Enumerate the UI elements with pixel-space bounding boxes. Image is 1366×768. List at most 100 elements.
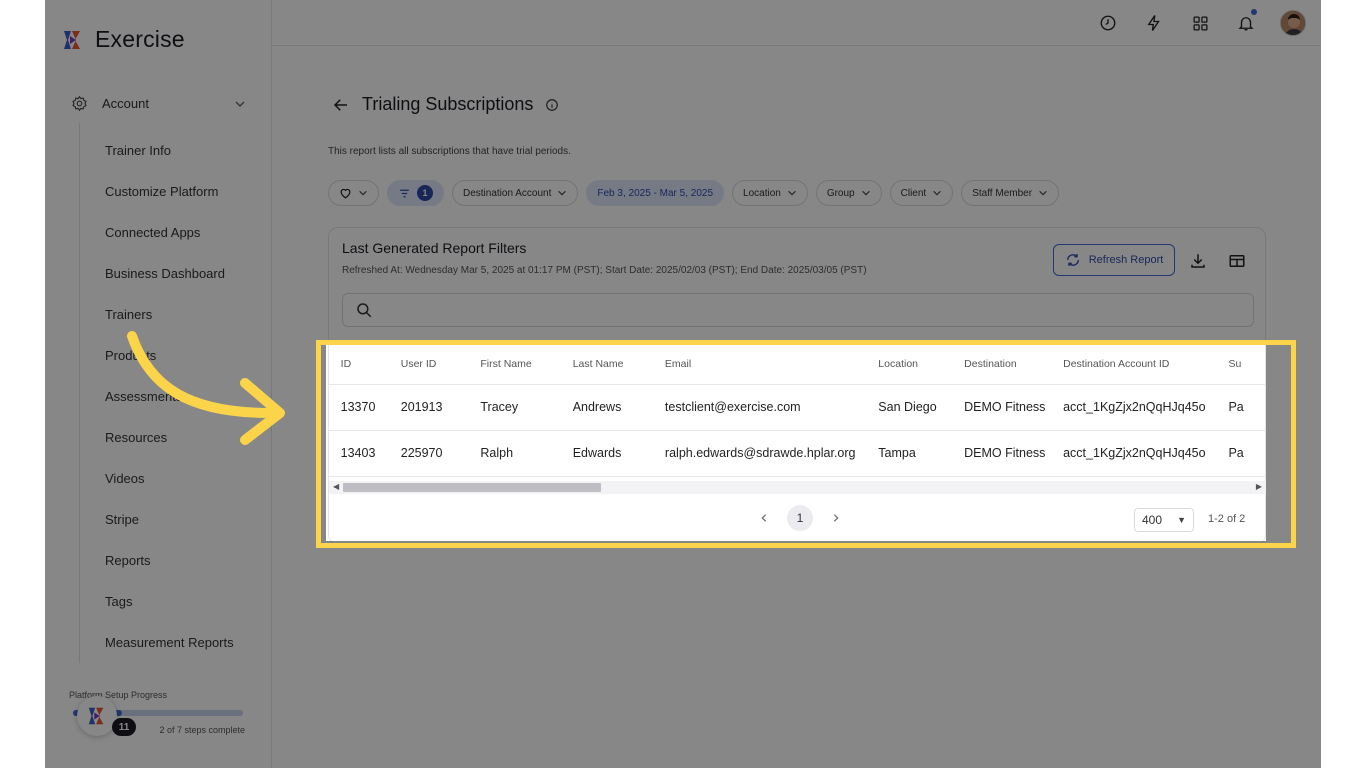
- column-header[interactable]: Last Name: [572, 344, 665, 385]
- sidebar-tree-line: [79, 123, 80, 663]
- column-header[interactable]: Destination Account ID: [1063, 344, 1229, 385]
- column-header[interactable]: User ID: [400, 344, 481, 385]
- sidebar-item-label: Measurement Reports: [105, 635, 234, 650]
- bell-icon[interactable]: [1234, 9, 1258, 35]
- back-arrow-icon[interactable]: [332, 96, 350, 114]
- group-dropdown[interactable]: Group: [815, 180, 882, 206]
- sidebar-item-label: Trainers: [105, 307, 153, 322]
- user-avatar[interactable]: [1280, 10, 1306, 36]
- refresh-report-label: Refresh Report: [1088, 254, 1164, 266]
- scroll-left-icon[interactable]: ◀: [333, 482, 339, 491]
- search-input[interactable]: [383, 303, 1243, 317]
- sidebar-item-measurement-reports[interactable]: Measurement Reports: [105, 622, 234, 663]
- scroll-right-icon[interactable]: ▶: [1256, 482, 1262, 491]
- page-size-value: 400: [1142, 513, 1163, 527]
- sidebar-item-label: Business Dashboard: [105, 266, 225, 281]
- sidebar-item-label: Trainer Info: [105, 143, 171, 158]
- column-header[interactable]: Su: [1228, 344, 1266, 385]
- page-size-select[interactable]: 400 ▼: [1134, 508, 1194, 532]
- left-margin: [0, 0, 45, 768]
- scrollbar-thumb[interactable]: [343, 483, 601, 492]
- table-cell: Pa: [1228, 384, 1266, 431]
- date-range-picker[interactable]: Feb 3, 2025 - Mar 5, 2025: [586, 180, 725, 206]
- sidebar-item-label: Videos: [105, 471, 145, 486]
- location-dropdown[interactable]: Location: [732, 180, 808, 206]
- destination-account-dropdown[interactable]: Destination Account: [452, 180, 579, 206]
- report-table-container[interactable]: ID User ID First Name Last Name Email Lo…: [329, 344, 1266, 481]
- download-icon[interactable]: [1187, 250, 1209, 272]
- filter-count-badge: 1: [417, 185, 433, 201]
- report-card: Last Generated Report Filters Refreshed …: [328, 227, 1266, 545]
- sidebar-item-videos[interactable]: Videos: [105, 458, 234, 499]
- chevron-right-icon[interactable]: [831, 513, 841, 523]
- client-label: Client: [900, 187, 927, 199]
- assistant-notification-count: 11: [112, 718, 136, 736]
- table-cell: Edwards: [572, 430, 665, 477]
- gear-icon: [72, 95, 87, 112]
- page-header: Trialing Subscriptions: [332, 94, 559, 115]
- report-search[interactable]: [342, 293, 1254, 327]
- notification-dot: [1251, 9, 1257, 15]
- lightning-icon[interactable]: [1142, 11, 1166, 35]
- staff-member-dropdown[interactable]: Staff Member: [961, 180, 1060, 206]
- table-cell: ralph.edwards@sdrawde.hplar.org: [664, 430, 879, 477]
- staff-member-label: Staff Member: [972, 187, 1033, 199]
- table-cell: 225970: [400, 430, 481, 477]
- sidebar-account-label: Account: [102, 96, 149, 111]
- column-header[interactable]: First Name: [480, 344, 573, 385]
- sidebar-account-toggle[interactable]: Account: [71, 95, 246, 112]
- column-header[interactable]: ID: [340, 344, 401, 385]
- info-icon[interactable]: [545, 98, 559, 112]
- sidebar-item-business-dashboard[interactable]: Business Dashboard: [105, 253, 234, 294]
- current-page-button[interactable]: 1: [787, 505, 813, 531]
- chevron-left-icon[interactable]: [759, 513, 769, 523]
- sidebar-item-customize-platform[interactable]: Customize Platform: [105, 171, 234, 212]
- clock-icon[interactable]: [1096, 11, 1120, 35]
- assistant-avatar[interactable]: [77, 696, 117, 736]
- table-header-row: ID User ID First Name Last Name Email Lo…: [329, 344, 1266, 385]
- sidebar-item-connected-apps[interactable]: Connected Apps: [105, 212, 234, 253]
- table-row[interactable]: 13403 225970 Ralph Edwards ralph.edwards…: [329, 430, 1266, 477]
- destination-account-label: Destination Account: [463, 187, 552, 199]
- horizontal-scrollbar[interactable]: ◀ ▶: [329, 481, 1266, 494]
- top-bar: [272, 0, 1320, 46]
- table-row[interactable]: 13370 201913 Tracey Andrews testclient@e…: [329, 384, 1266, 431]
- sidebar-item-tags[interactable]: Tags: [105, 581, 234, 622]
- sidebar-item-reports[interactable]: Reports: [105, 540, 234, 581]
- table-cell: DEMO Fitness: [964, 384, 1064, 431]
- refresh-report-button[interactable]: Refresh Report: [1053, 244, 1175, 276]
- chevron-down-icon: [558, 190, 567, 196]
- grid-icon[interactable]: [1188, 11, 1212, 35]
- table-cell: Tampa: [878, 430, 965, 477]
- table-cell: Pa: [1228, 430, 1266, 477]
- table-cell: acct_1KgZjx2nQqHJq45o: [1063, 430, 1229, 477]
- table-cell: San Diego: [878, 384, 965, 431]
- table-cell: acct_1KgZjx2nQqHJq45o: [1063, 384, 1229, 431]
- filter-toggle-button[interactable]: 1: [387, 180, 444, 206]
- exercise-logo-icon: [88, 707, 104, 725]
- favorite-dropdown[interactable]: [328, 180, 379, 206]
- sidebar-item-label: Reports: [105, 553, 151, 568]
- app-logo[interactable]: Exercise: [61, 26, 185, 53]
- report-table: ID User ID First Name Last Name Email Lo…: [329, 344, 1266, 477]
- exercise-logo-icon: [64, 30, 80, 49]
- table-cell: DEMO Fitness: [964, 430, 1064, 477]
- sidebar-item-stripe[interactable]: Stripe: [105, 499, 234, 540]
- sidebar-item-label: Stripe: [105, 512, 139, 527]
- sidebar-item-trainer-info[interactable]: Trainer Info: [105, 130, 234, 171]
- column-header[interactable]: Location: [878, 344, 965, 385]
- filter-icon: [400, 189, 409, 197]
- chevron-down-icon: [933, 190, 941, 196]
- chevron-down-icon: [235, 101, 245, 107]
- table-cell: Andrews: [572, 384, 665, 431]
- caret-down-icon: ▼: [1177, 515, 1186, 525]
- column-header[interactable]: Destination: [964, 344, 1064, 385]
- table-cell: testclient@exercise.com: [664, 384, 879, 431]
- group-label: Group: [826, 187, 855, 199]
- client-dropdown[interactable]: Client: [889, 180, 954, 206]
- sidebar-item-label: Customize Platform: [105, 184, 219, 199]
- columns-icon[interactable]: [1226, 250, 1248, 272]
- column-header[interactable]: Email: [664, 344, 879, 385]
- report-card-subtitle: Refreshed At: Wednesday Mar 5, 2025 at 0…: [342, 265, 867, 276]
- right-margin: [1321, 0, 1366, 768]
